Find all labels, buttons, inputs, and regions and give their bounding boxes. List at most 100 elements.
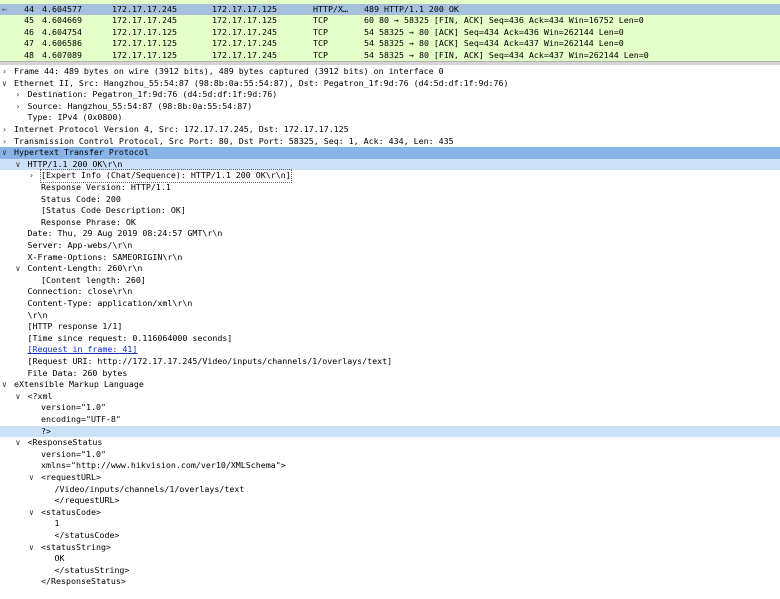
tree-row-label: [HTTP response 1/1] (27, 321, 123, 332)
tree-row[interactable]: ∨ Content-Length: 260\r\n (0, 263, 780, 275)
expand-chevron-icon[interactable]: › (2, 66, 12, 78)
tree-row[interactable]: version="1.0" (0, 449, 780, 461)
tree-row-label: Frame 44: 489 bytes on wire (3912 bits),… (14, 66, 444, 76)
packet-cell-no: 45 (24, 15, 34, 26)
packet-cell-dst: 172.17.17.125 (212, 15, 277, 26)
tree-row[interactable]: ∨ eXtensible Markup Language (0, 379, 780, 391)
tree-row[interactable]: ?> (0, 425, 780, 438)
packet-details-tree: › Frame 44: 489 bytes on wire (3912 bits)… (0, 64, 780, 599)
packet-cell-info: 54 58325 → 80 [ACK] Seq=434 Ack=437 Win=… (364, 38, 624, 49)
tree-row[interactable]: X-Frame-Options: SAMEORIGIN\r\n (0, 252, 780, 264)
tree-row[interactable]: </ResponseStatus> (0, 576, 780, 588)
tree-row-label: Destination: Pegatron_1f:9d:76 (d4:5d:df… (27, 89, 278, 100)
packet-row[interactable]: 45 4.604669 172.17.17.245 172.17.17.125 TCP 6… (0, 15, 780, 27)
tree-row[interactable]: </statusCode> (0, 530, 780, 542)
tree-row[interactable]: </requestURL> (0, 495, 780, 507)
tree-row-label: version="1.0" (41, 448, 106, 459)
tree-row[interactable]: [Request in frame: 41] (0, 344, 780, 356)
collapse-chevron-icon[interactable]: ∨ (2, 147, 12, 159)
tree-row[interactable]: ∨ <statusString> (0, 542, 780, 554)
tree-row-label: Type: IPv4 (0x0800) (27, 112, 123, 123)
packet-cell-src: 172.17.17.125 (112, 38, 177, 49)
collapse-chevron-icon[interactable]: ∨ (16, 159, 26, 171)
request-frame-link[interactable]: [Request in frame: 41] (28, 344, 138, 356)
collapse-chevron-icon[interactable]: ∨ (29, 507, 39, 519)
packet-cell-proto: TCP (313, 49, 328, 60)
tree-row[interactable]: Date: Thu, 29 Aug 2019 08:24:57 GMT\r\n (0, 228, 780, 240)
tree-row[interactable]: ∨ HTTP/1.1 200 OK\r\n (0, 158, 780, 171)
tree-row[interactable]: › [Expert Info (Chat/Sequence): HTTP/1.1 … (0, 169, 780, 183)
tree-row-label: /Video/inputs/channels/1/overlays/text (54, 483, 245, 494)
collapse-chevron-icon[interactable]: ∨ (16, 437, 26, 449)
tree-row-label: [Status Code Description: OK] (41, 205, 186, 216)
packet-cell-dst: 172.17.17.125 (212, 3, 277, 14)
tree-row[interactable]: Status Code: 200 (0, 194, 780, 206)
tree-row[interactable]: ∨ <?xml (0, 391, 780, 403)
tree-row[interactable]: xmlns="http://www.hikvision.com/ver10/XM… (0, 460, 780, 472)
packet-cell-info: 489 HTTP/1.1 200 OK (364, 3, 459, 14)
packet-row[interactable]: 46 4.604754 172.17.17.125 172.17.17.245 TCP 5… (0, 26, 780, 39)
tree-row[interactable]: ∨ <statusCode> (0, 507, 780, 519)
tree-row[interactable]: File Data: 260 bytes (0, 368, 780, 380)
tree-row[interactable]: Response Phrase: OK (0, 217, 780, 229)
tree-row[interactable]: Server: App-webs/\r\n (0, 240, 780, 252)
collapse-chevron-icon[interactable]: ∨ (29, 472, 39, 484)
tree-row[interactable]: Response Version: HTTP/1.1 (0, 182, 780, 194)
tree-row-label: <statusString> (41, 541, 111, 552)
tree-row[interactable]: ∨ <ResponseStatus (0, 437, 780, 449)
tree-row[interactable]: 1 (0, 518, 780, 530)
collapse-chevron-icon[interactable]: ∨ (2, 78, 12, 90)
tree-row[interactable]: [HTTP response 1/1] (0, 321, 780, 333)
packet-list: ← 44 4.604577 172.17.17.245 172.17.17.125 HTT… (0, 0, 780, 61)
tree-row-label: </requestURL> (54, 495, 120, 506)
expand-chevron-icon[interactable]: › (16, 89, 26, 101)
tree-row-label: Content-Type: application/xml\r\n (27, 298, 193, 308)
tree-row[interactable]: [Status Code Description: OK] (0, 205, 780, 217)
tree-row[interactable]: › Internet Protocol Version 4, Src: 172.1… (0, 124, 780, 136)
tree-row[interactable]: › Source: Hangzhou_55:54:87 (98:8b:0a:55:… (0, 101, 780, 113)
tree-row-label: Ethernet II, Src: Hangzhou_55:54:87 (98:… (14, 77, 509, 88)
tree-row[interactable]: [Request URI: http://172.17.17.245/Video… (0, 356, 780, 368)
collapse-chevron-icon[interactable]: ∨ (2, 379, 12, 391)
tree-row-label: <?xml (27, 390, 53, 401)
tree-row[interactable]: › Transmission Control Protocol, Src Port… (0, 136, 780, 148)
tree-row-label: </statusString> (54, 564, 130, 575)
tree-row[interactable]: Connection: close\r\n (0, 286, 780, 298)
packet-row[interactable]: 48 4.607089 172.17.17.125 172.17.17.245 TCP 5… (0, 49, 780, 61)
tree-row[interactable]: encoding="UTF-8" (0, 414, 780, 426)
packet-row[interactable]: ← 44 4.604577 172.17.17.245 172.17.17.125 HTT… (0, 3, 780, 16)
tree-row[interactable]: [Content length: 260] (0, 275, 780, 287)
expand-chevron-icon[interactable]: › (29, 170, 39, 182)
tree-row[interactable]: Content-Type: application/xml\r\n (0, 298, 780, 310)
packet-row[interactable]: 47 4.606586 172.17.17.125 172.17.17.245 TCP 5… (0, 38, 780, 50)
tree-row[interactable]: › Destination: Pegatron_1f:9d:76 (d4:5d:d… (0, 89, 780, 101)
tree-row[interactable]: /Video/inputs/channels/1/overlays/text (0, 484, 780, 496)
packet-cell-time: 4.604754 (42, 26, 82, 37)
collapse-chevron-icon[interactable]: ∨ (16, 263, 26, 275)
tree-row-label: Content-Length: 260\r\n (27, 263, 143, 274)
packet-cell-dst: 172.17.17.245 (212, 26, 277, 37)
packet-cell-proto: HTTP/X… (313, 3, 348, 14)
expand-chevron-icon[interactable]: › (2, 136, 12, 148)
expand-chevron-icon[interactable]: › (2, 124, 12, 136)
tree-row-label: Hypertext Transfer Protocol (14, 147, 149, 158)
collapse-chevron-icon[interactable]: ∨ (29, 542, 39, 554)
tree-row[interactable]: ∨ Hypertext Transfer Protocol (0, 147, 780, 159)
tree-row[interactable]: Type: IPv4 (0x0800) (0, 112, 780, 124)
expand-chevron-icon[interactable]: › (16, 101, 26, 113)
tree-row[interactable]: \r\n (0, 310, 780, 322)
tree-row[interactable]: ∨ Ethernet II, Src: Hangzhou_55:54:87 (98… (0, 78, 780, 90)
collapse-chevron-icon[interactable]: ∨ (16, 391, 26, 403)
packet-cell-time: 4.604669 (42, 15, 82, 26)
tree-row-label: Status Code: 200 (41, 193, 121, 204)
tree-row[interactable]: OK (0, 553, 780, 565)
tree-row-label: encoding="UTF-8" (41, 414, 121, 424)
tree-row[interactable]: › Frame 44: 489 bytes on wire (3912 bits)… (0, 66, 780, 78)
tree-row-label: Server: App-webs/\r\n (27, 240, 133, 250)
tree-row[interactable]: </statusString> (0, 565, 780, 577)
tree-row-label: <ResponseStatus (27, 437, 103, 448)
packet-cell-src: 172.17.17.125 (112, 49, 177, 60)
tree-row[interactable]: version="1.0" (0, 402, 780, 414)
tree-row[interactable]: ∨ <requestURL> (0, 472, 780, 484)
tree-row[interactable]: [Time since request: 0.116064000 seconds… (0, 333, 780, 345)
